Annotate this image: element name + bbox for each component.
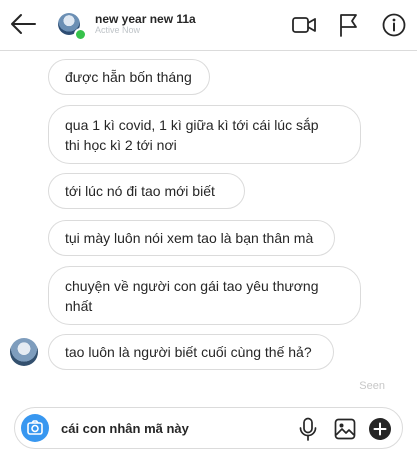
message-composer bbox=[14, 407, 403, 449]
message-bubble: chuyện về người con gái tao yêu thương n… bbox=[48, 266, 361, 325]
online-status-dot bbox=[74, 28, 87, 41]
chat-header: new year new 11a Active Now bbox=[0, 0, 417, 51]
message-text: tao luôn là người biết cuối cùng thế hả? bbox=[65, 344, 312, 360]
contact-name[interactable]: new year new 11a bbox=[95, 12, 203, 26]
camera-icon bbox=[27, 420, 43, 435]
microphone-icon[interactable] bbox=[295, 416, 321, 442]
message-text-line: qua 1 kì covid, 1 kì giữa kì tới cái lúc… bbox=[65, 117, 319, 133]
message-bubble: tụi mày luôn nói xem tao là bạn thân mà bbox=[48, 220, 335, 256]
video-call-icon[interactable] bbox=[291, 12, 317, 38]
message-text: tới lúc nó đi tao mới biết bbox=[65, 183, 215, 199]
message-text: được hẵn bốn tháng bbox=[65, 69, 192, 85]
message-text-line: thi học kì 2 tới nơi bbox=[65, 137, 177, 153]
message-text-line: nhất bbox=[65, 298, 93, 314]
message-bubble: tới lúc nó đi tao mới biết bbox=[48, 173, 245, 209]
active-status: Active Now bbox=[95, 25, 141, 35]
camera-button[interactable] bbox=[21, 414, 49, 442]
image-icon[interactable] bbox=[332, 416, 358, 442]
info-icon[interactable] bbox=[381, 12, 407, 38]
message-input[interactable] bbox=[61, 417, 291, 439]
message-bubble: tao luôn là người biết cuối cùng thế hả? bbox=[48, 334, 334, 370]
message-bubble: được hẵn bốn tháng bbox=[48, 59, 210, 95]
sender-avatar[interactable] bbox=[10, 338, 38, 366]
message-text-line: chuyện về người con gái tao yêu thương bbox=[65, 278, 319, 294]
back-arrow-icon[interactable] bbox=[8, 10, 38, 38]
message-text: tụi mày luôn nói xem tao là bạn thân mà bbox=[65, 230, 314, 246]
message-bubble: qua 1 kì covid, 1 kì giữa kì tới cái lúc… bbox=[48, 105, 361, 164]
report-flag-icon[interactable] bbox=[336, 12, 362, 38]
seen-indicator: Seen bbox=[359, 380, 385, 392]
add-icon[interactable] bbox=[367, 416, 393, 442]
